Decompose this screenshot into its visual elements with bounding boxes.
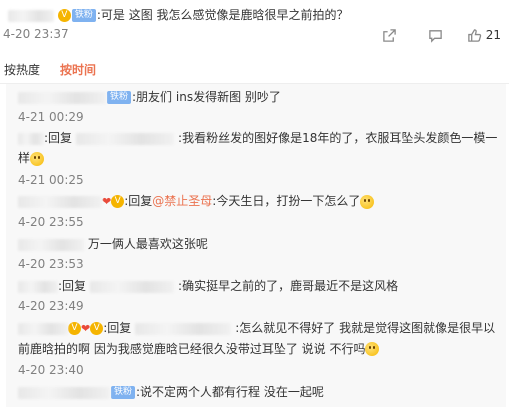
reply-list: 铁粉:朋友们 ins发得新图 别吵了 4-21 00:29 :回复:我看粉丝发的… [6, 84, 506, 407]
like-count: 21 [485, 28, 501, 42]
fan-badge: 铁粉 [111, 386, 136, 399]
reply-item: 铁粉:朋友们 ins发得新图 别吵了 [18, 87, 502, 107]
comment-text: :可是 这图 我怎么感觉像是鹿晗很早之前拍的？ [96, 8, 349, 22]
username-redacted[interactable] [18, 195, 102, 208]
reply-item: :回复 :确实挺早之前的了，鹿哥最近不是这风格 [18, 276, 502, 296]
sort-bar: 按热度 按时间 [0, 54, 509, 84]
comment-actions: 21 [359, 26, 501, 44]
vip-icon: V [57, 9, 71, 22]
reply-text: :说不定两个人都有行程 没在一起呢 [136, 385, 324, 399]
heart-icon: ❤ [102, 194, 112, 208]
mention-link[interactable]: @禁止圣母 [152, 194, 212, 208]
reply-prefix: :回复 [44, 131, 73, 145]
heart-icon: ❤ [81, 321, 91, 335]
reply-prefix: :回复 [58, 279, 87, 293]
smile-emoji-icon [365, 342, 380, 356]
reply-item: V ❤ V:回复:怎么就见不得好了 我就是觉得这图就像是很早以前鹿晗拍的啊 因为我感… [18, 318, 502, 359]
like-button[interactable]: 21 [467, 26, 501, 44]
reply-time: 4-20 23:55 [18, 215, 84, 229]
reply-time: 4-20 23:53 [18, 257, 84, 271]
reply-time: 4-21 00:29 [18, 110, 84, 124]
top-comment-line: V 铁粉:可是 这图 我怎么感觉像是鹿晗很早之前拍的？ [8, 6, 349, 23]
reply-target-redacted[interactable] [76, 132, 175, 145]
reply-prefix: :回复 [124, 194, 153, 208]
username-redacted[interactable] [18, 386, 110, 399]
reply-target-redacted[interactable] [90, 280, 175, 293]
vip-icon: V [90, 322, 104, 335]
comment-time: 4-20 23:37 [3, 27, 69, 41]
reply-text: :朋友们 ins发得新图 别吵了 [132, 90, 281, 104]
reply-item: 铁粉:说不定两个人都有行程 没在一起呢 [18, 382, 502, 402]
reply-text: 万一俩人最喜欢这张呢 [87, 237, 208, 251]
fan-badge: 铁粉 [71, 9, 96, 22]
reply-time: 4-21 00:25 [18, 173, 84, 187]
reply-time: 4-20 23:49 [18, 299, 84, 313]
tab-sort-hot[interactable]: 按热度 [4, 61, 40, 78]
tab-sort-time[interactable]: 按时间 [60, 61, 96, 78]
reply-text: :今天生日，打扮一下怎么了 [212, 194, 361, 208]
share-button[interactable] [375, 26, 405, 44]
username-redacted[interactable] [8, 9, 54, 22]
reply-item: :回复:我看粉丝发的图好像是18年的了，衣服耳坠头发颜色一模一样 [18, 128, 502, 168]
username-redacted[interactable] [18, 132, 44, 145]
smile-emoji-icon [360, 194, 375, 209]
vip-icon: V [68, 322, 81, 335]
vip-icon: V [111, 195, 125, 208]
username-redacted[interactable] [18, 91, 106, 104]
fan-badge: 铁粉 [107, 91, 132, 104]
reply-text: :确实挺早之前的了，鹿哥最近不是这风格 [178, 279, 399, 293]
reply-target-redacted[interactable] [135, 322, 232, 335]
doge-emoji-icon [30, 151, 45, 166]
reply-item: ❤ V:回复@禁止圣母:今天生日，打扮一下怎么了 [18, 191, 502, 212]
reply-item: 万一俩人最喜欢这张呢 [18, 234, 502, 254]
username-redacted[interactable] [18, 238, 84, 251]
top-comment: V 铁粉:可是 这图 我怎么感觉像是鹿晗很早之前拍的？ 4-20 23:37 21 [0, 0, 509, 54]
comment-button[interactable] [421, 26, 451, 44]
comment-icon [429, 29, 442, 43]
username-redacted[interactable] [18, 322, 68, 335]
reply-time: 4-20 23:40 [18, 363, 84, 377]
share-icon [383, 28, 396, 42]
like-icon [467, 28, 481, 42]
username-redacted[interactable] [18, 280, 58, 293]
reply-prefix: :回复 [103, 321, 132, 335]
